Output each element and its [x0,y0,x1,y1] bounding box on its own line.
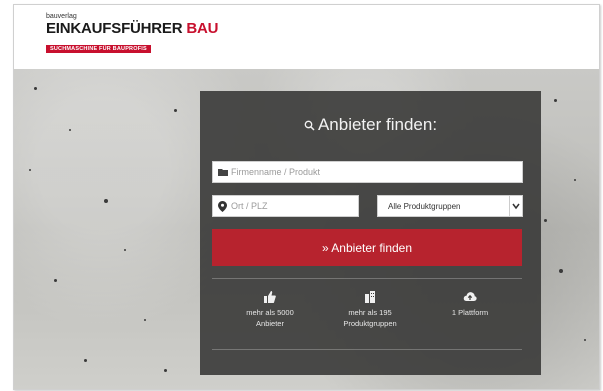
stat-providers: mehr als 5000 Anbieter [220,291,320,329]
stat-platform: 1 Plattform [420,291,520,318]
location-input-placeholder: Ort / PLZ [231,201,268,211]
stats-divider-bottom [212,349,522,350]
location-input[interactable]: Ort / PLZ [212,195,359,217]
search-icon [304,120,315,131]
logo-tagline: SUCHMASCHINE FÜR BAUPROFIS [46,45,151,53]
stat-providers-line2: Anbieter [256,319,284,328]
stat-product-groups-line1: mehr als 195 [348,308,392,317]
site-header: bauverlag EINKAUFSFÜHRER BAU SUCHMASCHIN… [14,5,599,69]
buildings-icon [365,291,375,303]
folder-icon [218,169,228,176]
stat-platform-line1: 1 Plattform [451,308,489,317]
search-panel: Anbieter finden: Firmenname / Produkt Or… [200,91,541,375]
stat-product-groups: mehr als 195 Produktgruppen [320,291,420,329]
map-pin-icon [218,201,227,212]
stat-product-groups-line2: Produktgruppen [343,319,397,328]
logo-brand: EINKAUFSFÜHRER BAU [46,21,218,37]
thumbs-up-icon [264,291,276,303]
site-logo[interactable]: bauverlag EINKAUFSFÜHRER BAU SUCHMASCHIN… [46,13,218,55]
company-input[interactable]: Firmenname / Produkt [212,161,523,183]
search-title-text: Anbieter finden: [317,115,438,134]
logo-brand-accent: BAU [186,20,219,37]
company-input-placeholder: Firmenname / Produkt [231,167,321,177]
logo-brand-main: EINKAUFSFÜHRER [46,20,183,37]
cloud-upload-icon [463,292,477,301]
find-providers-button[interactable]: » Anbieter finden [212,229,522,266]
stat-providers-line1: mehr als 5000 [246,308,294,317]
search-title: Anbieter finden: [200,115,541,135]
product-group-select-value: Alle Produktgruppen [388,202,461,211]
product-group-select[interactable]: Alle Produktgruppen [377,195,523,217]
stats-divider-top [212,278,522,279]
browser-frame: bauverlag EINKAUFSFÜHRER BAU SUCHMASCHIN… [13,4,600,390]
chevron-down-icon [509,196,522,216]
